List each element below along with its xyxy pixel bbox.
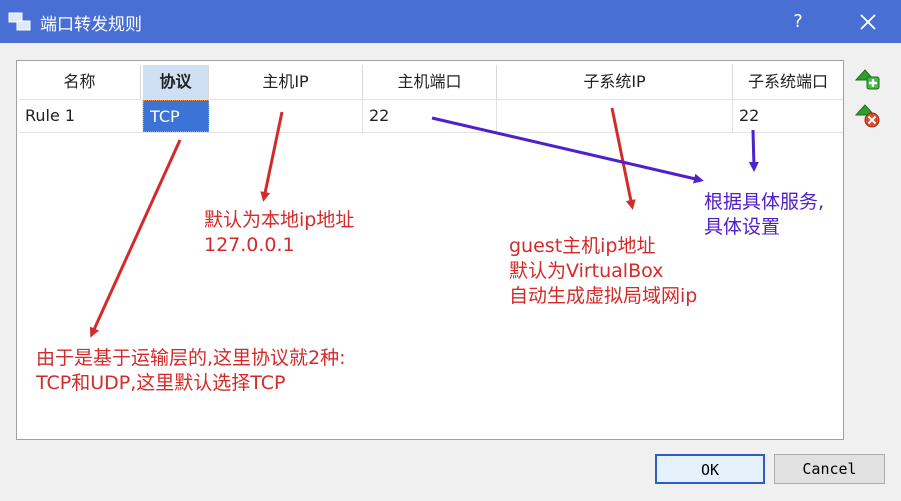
annotation-arrows [89, 107, 759, 338]
arrow-guest-ip [610, 107, 636, 210]
note-guest-port: 根据具体服务, 具体设置 [704, 191, 825, 238]
note-host-ip: 默认为本地ip地址 127.0.0.1 [204, 209, 355, 256]
arrow-host-port [431, 116, 704, 184]
ok-button[interactable]: OK [655, 454, 765, 484]
note-protocol: 由于是基于运输层的,这里协议就2种: TCP和UDP,这里默认选择TCP [36, 347, 346, 394]
arrow-guest-port [748, 129, 759, 172]
arrow-host-ip [260, 111, 284, 202]
arrow-protocol [89, 139, 182, 338]
note-guest-ip: guest主机ip地址 默认为VirtualBox 自动生成虚拟局域网ip [509, 235, 698, 307]
cancel-button[interactable]: Cancel [774, 454, 885, 484]
